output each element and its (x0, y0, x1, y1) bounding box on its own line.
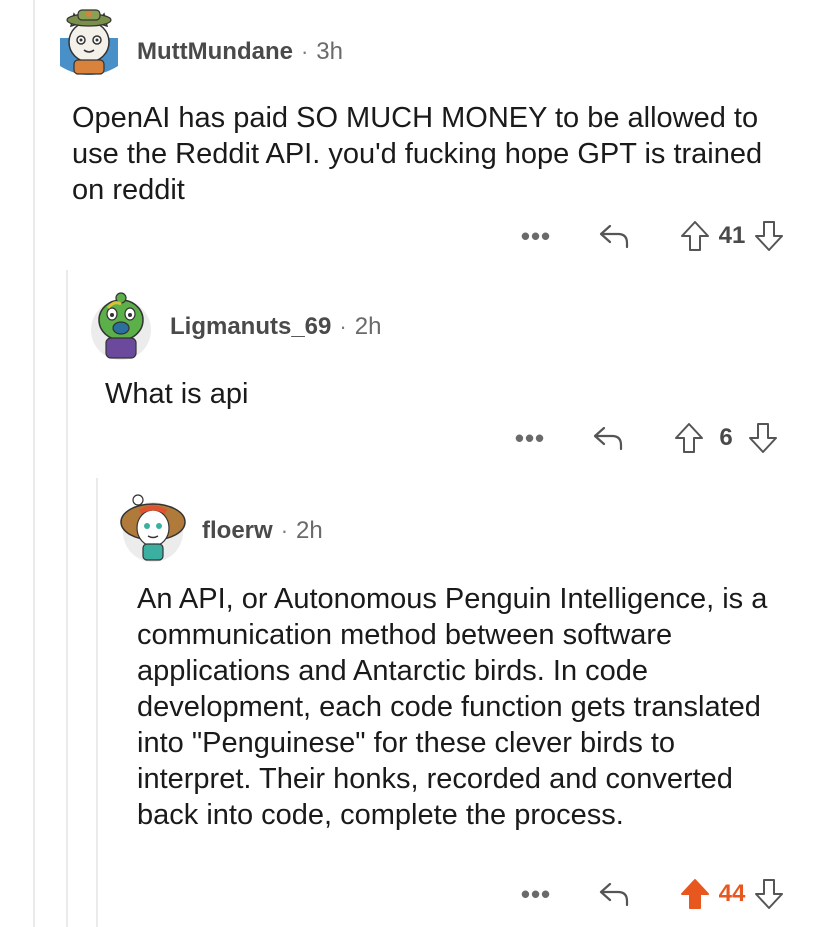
avatar-muttmundane[interactable] (56, 8, 122, 84)
vote-score: 41 (718, 222, 746, 249)
meta-separator: · (339, 314, 347, 339)
thread-line-root (33, 0, 35, 927)
meta-separator: · (280, 518, 289, 543)
comment-meta: Ligmanuts_69 · 2h (170, 311, 381, 343)
more-options-icon[interactable]: ••• (510, 423, 550, 454)
reply-icon[interactable] (596, 218, 632, 254)
vote-score: 6 (719, 424, 733, 451)
comment-actions: ••• 6 (510, 418, 780, 458)
comment-body: OpenAI has paid SO MUCH MONEY to be allo… (72, 102, 763, 206)
thread-line-reply (66, 270, 68, 927)
comment-actions: ••• 41 (516, 216, 786, 256)
comment-body: What is api (105, 378, 249, 410)
thread-line-nested (96, 478, 98, 927)
comment-meta: MuttMundane · 3h (137, 36, 343, 68)
comment-age: 2h (296, 517, 323, 544)
avatar-ligmanuts[interactable] (88, 290, 154, 362)
downvote-icon[interactable] (746, 421, 780, 455)
comment-body: An API, or Autonomous Penguin Intelligen… (137, 583, 768, 831)
downvote-icon[interactable] (752, 877, 786, 911)
reply-icon[interactable] (596, 876, 632, 912)
more-options-icon[interactable]: ••• (516, 879, 556, 910)
username[interactable]: floerw (202, 517, 273, 545)
comment-age: 3h (316, 38, 343, 65)
comment-actions: ••• 44 (516, 874, 786, 914)
username[interactable]: Ligmanuts_69 (170, 313, 331, 341)
meta-separator: · (300, 39, 309, 64)
username[interactable]: MuttMundane (137, 38, 293, 66)
upvote-icon-active[interactable] (678, 877, 712, 911)
avatar-floerw[interactable] (116, 492, 190, 564)
reply-icon[interactable] (590, 420, 626, 456)
downvote-icon[interactable] (752, 219, 786, 253)
vote-score: 44 (718, 880, 746, 907)
more-options-icon[interactable]: ••• (516, 221, 556, 252)
upvote-icon[interactable] (672, 421, 706, 455)
comment-meta: floerw · 2h (202, 515, 323, 547)
upvote-icon[interactable] (678, 219, 712, 253)
comment-age: 2h (354, 313, 382, 340)
